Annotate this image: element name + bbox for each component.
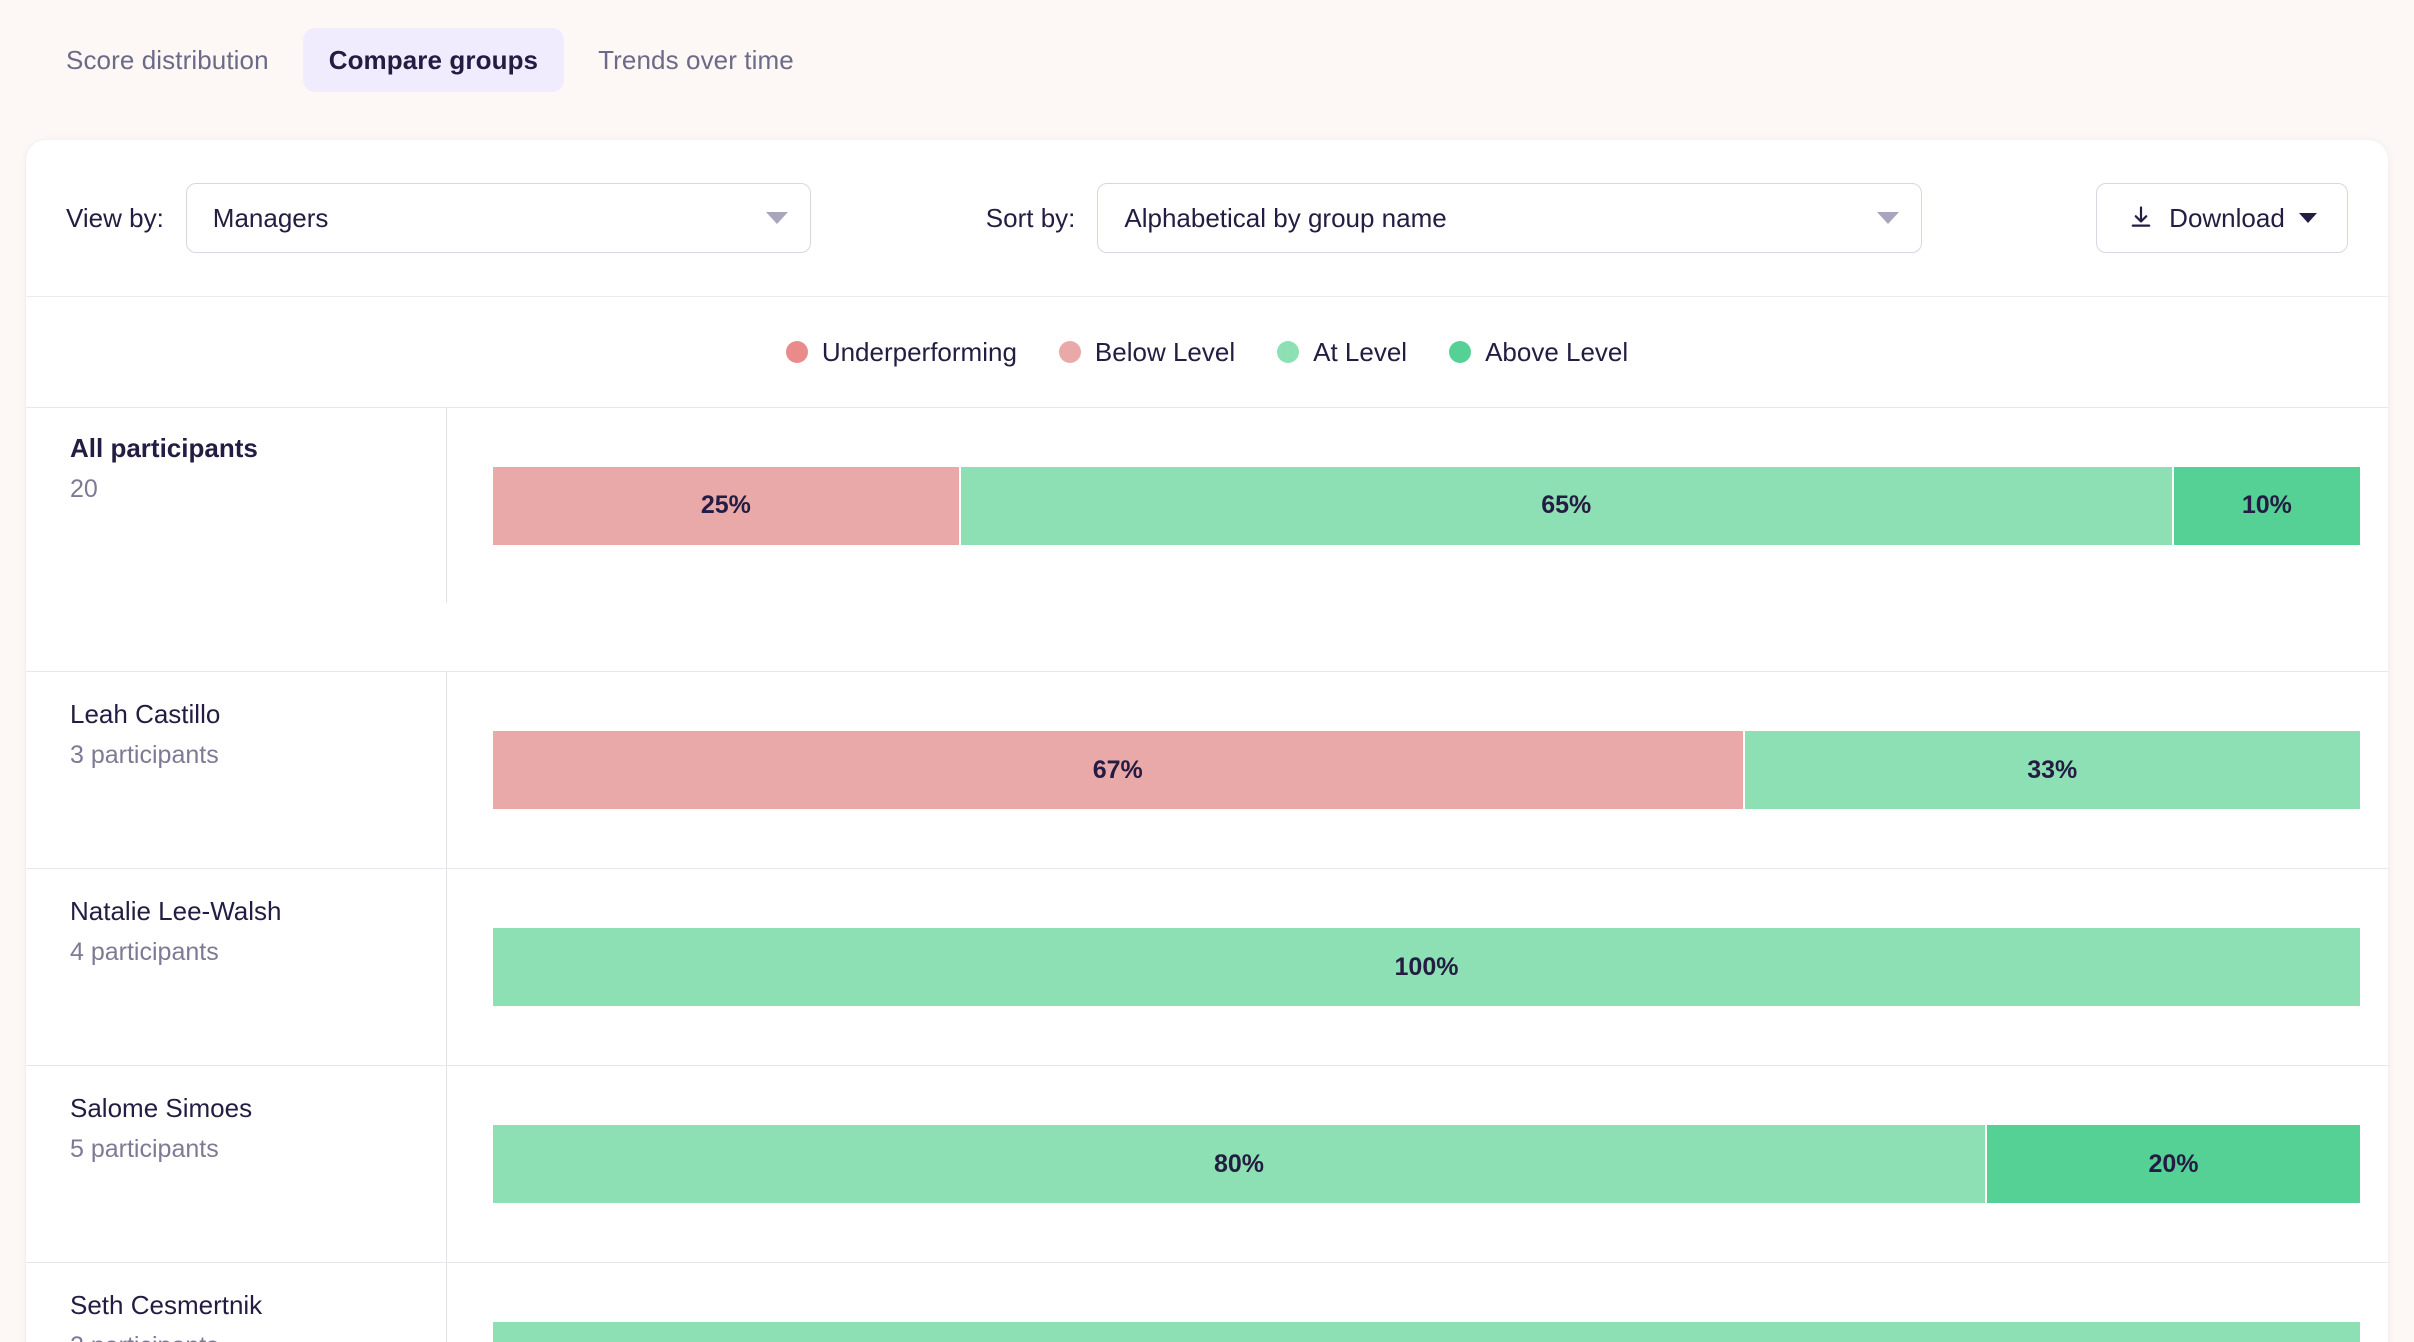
- legend-label: Above Level: [1485, 336, 1629, 367]
- controls-bar: View by: Managers Sort by: Alphabetical …: [26, 140, 2388, 297]
- group-label-cell: Natalie Lee-Walsh 4 participants: [26, 869, 447, 1065]
- bar-segment-at-level[interactable]: 100%: [493, 928, 2360, 1006]
- chevron-down-icon: [1877, 212, 1900, 224]
- legend-item-above-level[interactable]: Above Level: [1449, 337, 1628, 368]
- bar-cell: 80% 20%: [447, 1066, 2388, 1262]
- sort-by-select[interactable]: Alphabetical by group name: [1097, 183, 1923, 253]
- view-by-group: View by: Managers: [66, 183, 811, 253]
- bar-segment-below-level[interactable]: 67%: [493, 731, 1745, 809]
- stacked-bar: 100%: [493, 1322, 2360, 1342]
- bar-segment-above-level[interactable]: 20%: [1987, 1125, 2360, 1203]
- bar-cell: 67% 33%: [447, 672, 2388, 868]
- legend-dot-icon: [1449, 341, 1472, 363]
- tab-score-distribution[interactable]: Score distribution: [40, 28, 295, 92]
- group-label-cell: All participants 20: [26, 408, 447, 603]
- compare-groups-card: View by: Managers Sort by: Alphabetical …: [26, 140, 2388, 1342]
- view-by-select[interactable]: Managers: [185, 183, 811, 253]
- chart-legend: Underperforming Below Level At Level Abo…: [26, 297, 2388, 407]
- bar-segment-above-level[interactable]: 10%: [2173, 466, 2360, 545]
- compare-groups-page: Score distribution Compare groups Trends…: [0, 0, 2414, 1342]
- group-participant-count: 3 participants: [70, 740, 219, 769]
- group-name: Leah Castillo: [70, 699, 221, 729]
- bar-cell: 100%: [447, 1263, 2388, 1342]
- download-icon: [2131, 206, 2151, 227]
- stacked-bar: 80% 20%: [493, 1125, 2360, 1203]
- bar-segment-at-level[interactable]: 80%: [493, 1125, 1987, 1203]
- bar-cell: 25% 65% 10%: [447, 408, 2388, 603]
- legend-label: Underperforming: [821, 336, 1017, 367]
- legend-dot-icon: [785, 341, 808, 363]
- legend-item-underperforming[interactable]: Underperforming: [785, 336, 1017, 368]
- group-participant-count: 20: [70, 474, 98, 503]
- stacked-bar: 67% 33%: [493, 731, 2360, 809]
- row-spacer: [26, 603, 2388, 671]
- view-by-value: Managers: [212, 202, 329, 233]
- chevron-down-icon: [765, 212, 788, 224]
- table-row: Salome Simoes 5 participants 80% 20%: [26, 1065, 2388, 1262]
- chevron-down-icon: [2298, 213, 2317, 223]
- sort-by-group: Sort by: Alphabetical by group name: [986, 183, 1923, 253]
- bar-segment-at-level[interactable]: 33%: [1744, 731, 2360, 809]
- sort-by-value: Alphabetical by group name: [1124, 202, 1447, 233]
- tab-trends-over-time[interactable]: Trends over time: [572, 28, 820, 92]
- legend-dot-icon: [1058, 341, 1081, 363]
- table-row: Natalie Lee-Walsh 4 participants 100%: [26, 868, 2388, 1065]
- group-label-cell: Salome Simoes 5 participants: [26, 1066, 447, 1262]
- group-name: Seth Cesmertnik: [70, 1290, 263, 1320]
- table-row: Seth Cesmertnik 2 participants 100%: [26, 1262, 2388, 1342]
- table-row: Leah Castillo 3 participants 67% 33%: [26, 671, 2388, 868]
- tab-bar: Score distribution Compare groups Trends…: [0, 0, 2414, 106]
- download-button[interactable]: Download: [2096, 183, 2348, 253]
- group-rows: All participants 20 25% 65% 10% Leah Castillo…: [26, 407, 2388, 1342]
- view-by-label: View by:: [66, 202, 164, 233]
- bar-segment-at-level[interactable]: 65%: [960, 466, 2174, 545]
- sort-by-label: Sort by:: [985, 202, 1076, 233]
- group-label-cell: Seth Cesmertnik 2 participants: [26, 1263, 447, 1342]
- group-participant-count: 4 participants: [70, 937, 219, 966]
- stacked-bar: 100%: [493, 928, 2360, 1006]
- stacked-bar: 25% 65% 10%: [493, 466, 2360, 545]
- group-name: All participants: [70, 433, 258, 463]
- group-name: Salome Simoes: [70, 1093, 253, 1123]
- group-label-cell: Leah Castillo 3 participants: [26, 672, 447, 868]
- legend-label: Below Level: [1094, 336, 1236, 367]
- legend-dot-icon: [1277, 341, 1300, 363]
- legend-item-at-level[interactable]: At Level: [1277, 337, 1407, 368]
- group-participant-count: 2 participants: [70, 1332, 446, 1342]
- group-name: Natalie Lee-Walsh: [70, 896, 282, 926]
- tab-compare-groups[interactable]: Compare groups: [302, 28, 565, 92]
- bar-segment-below-level[interactable]: 25%: [493, 466, 961, 545]
- legend-item-below-level[interactable]: Below Level: [1058, 336, 1236, 368]
- table-row: All participants 20 25% 65% 10%: [26, 407, 2388, 603]
- group-participant-count: 5 participants: [70, 1134, 219, 1163]
- bar-segment-at-level[interactable]: 100%: [493, 1322, 2360, 1342]
- download-label: Download: [2169, 202, 2285, 233]
- legend-label: At Level: [1313, 336, 1408, 367]
- bar-cell: 100%: [447, 869, 2388, 1065]
